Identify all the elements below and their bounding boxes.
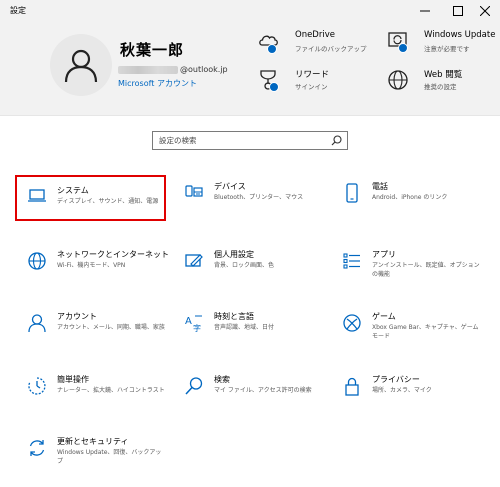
sync-icon bbox=[29, 440, 45, 456]
personalization-icon bbox=[185, 254, 203, 267]
category-update-security[interactable]: 更新とセキュリティ Windows Update、回復、バックアップ bbox=[15, 430, 165, 478]
globe-icon bbox=[28, 252, 46, 270]
category-name: システム bbox=[57, 186, 89, 195]
status-dot bbox=[398, 43, 408, 53]
close-button[interactable] bbox=[470, 0, 500, 22]
category-name: ゲーム bbox=[372, 312, 396, 321]
ease-of-access-icon bbox=[28, 377, 46, 395]
category-desc: Windows Update、回復、バックアップ bbox=[57, 449, 162, 465]
quick-link-subtitle: 注意が必要です bbox=[424, 45, 470, 53]
search-input[interactable] bbox=[153, 132, 323, 149]
status-dot bbox=[269, 82, 279, 92]
user-email: @outlook.jp bbox=[118, 65, 228, 74]
category-name: 検索 bbox=[214, 375, 230, 384]
apps-list-icon bbox=[343, 253, 360, 269]
quick-link-title: OneDrive bbox=[295, 30, 335, 40]
search-icon bbox=[185, 377, 203, 395]
category-desc: ディスプレイ、サウンド、通知、電源 bbox=[57, 198, 159, 205]
status-dot bbox=[267, 44, 277, 54]
svg-text:字: 字 bbox=[193, 323, 201, 333]
quick-link-subtitle: サインイン bbox=[295, 83, 328, 91]
category-desc: 場所、カメラ、マイク bbox=[372, 387, 432, 394]
category-name: デバイス bbox=[214, 182, 246, 191]
quick-link-windows-update[interactable]: Windows Update 注意が必要です bbox=[386, 30, 498, 54]
search-icon[interactable] bbox=[331, 135, 342, 146]
quick-link-web-browsing[interactable]: Web 閲覧 推奨の設定 bbox=[386, 68, 498, 92]
redacted-blur bbox=[118, 65, 178, 74]
category-desc: Xbox Game Bar、キャプチャ、ゲーム モード bbox=[372, 324, 479, 340]
category-apps[interactable]: アプリ アンインストール、既定値、オプションの機能 bbox=[330, 243, 480, 291]
xbox-icon bbox=[343, 314, 361, 332]
category-name: ネットワークとインターネット bbox=[57, 250, 169, 259]
category-name: アカウント bbox=[57, 312, 97, 321]
svg-text:A: A bbox=[185, 316, 192, 327]
window-title: 設定 bbox=[10, 6, 26, 15]
category-devices[interactable]: デバイス Bluetooth、プリンター、マウス bbox=[172, 175, 322, 223]
title-bar: 設定 bbox=[0, 0, 500, 22]
microsoft-account-link[interactable]: Microsoft アカウント bbox=[118, 78, 197, 89]
category-name: 個人用設定 bbox=[214, 250, 254, 259]
category-desc: アカウント、メール、同期、職場、家族 bbox=[57, 324, 165, 331]
category-name: 簡単操作 bbox=[57, 375, 89, 384]
laptop-icon bbox=[28, 189, 46, 202]
account-header: 秋葉一郎 @outlook.jp Microsoft アカウント OneDriv… bbox=[0, 22, 500, 116]
category-name: 更新とセキュリティ bbox=[57, 437, 129, 446]
category-desc: Wi-Fi、機内モード、VPN bbox=[57, 262, 126, 269]
lock-icon bbox=[345, 377, 359, 396]
quick-link-onedrive[interactable]: OneDrive ファイルのバックアップ bbox=[257, 30, 367, 54]
user-avatar-icon bbox=[64, 49, 98, 83]
quick-link-title: リワード bbox=[295, 70, 330, 80]
phone-icon bbox=[346, 183, 358, 203]
category-desc: 音声認識、地域、日付 bbox=[214, 324, 275, 331]
minimize-icon bbox=[420, 10, 430, 12]
category-phone[interactable]: 電話 Android、iPhone のリンク bbox=[330, 175, 480, 223]
category-network[interactable]: ネットワークとインターネット Wi-Fi、機内モード、VPN bbox=[15, 243, 169, 291]
devices-icon bbox=[185, 185, 203, 197]
category-desc: アンインストール、既定値、オプションの機能 bbox=[372, 262, 480, 278]
category-time-language[interactable]: A 字 時刻と言語 音声認識、地域、日付 bbox=[172, 305, 322, 353]
settings-search[interactable] bbox=[152, 131, 348, 150]
minimize-button[interactable] bbox=[410, 0, 440, 22]
category-system[interactable]: システム ディスプレイ、サウンド、通知、電源 bbox=[15, 175, 166, 221]
quick-link-rewards[interactable]: リワード サインイン bbox=[257, 68, 367, 92]
category-accounts[interactable]: アカウント アカウント、メール、同期、職場、家族 bbox=[15, 305, 165, 353]
category-desc: Android、iPhone のリンク bbox=[372, 194, 448, 201]
category-ease-of-access[interactable]: 簡単操作 ナレーター、拡大鏡、ハイコントラスト bbox=[15, 368, 165, 416]
category-name: アプリ bbox=[372, 250, 396, 259]
quick-link-title: Windows Update bbox=[424, 30, 496, 40]
category-search[interactable]: 検索 マイ ファイル、アクセス許可の検索 bbox=[172, 368, 322, 416]
category-desc: 背景、ロック画面、色 bbox=[214, 262, 275, 269]
category-name: プライバシー bbox=[372, 375, 420, 384]
category-desc: ナレーター、拡大鏡、ハイコントラスト bbox=[57, 387, 165, 394]
category-personalization[interactable]: 個人用設定 背景、ロック画面、色 bbox=[172, 243, 322, 291]
category-name: 電話 bbox=[372, 182, 388, 191]
quick-link-subtitle: ファイルのバックアップ bbox=[295, 45, 367, 53]
maximize-button[interactable] bbox=[443, 0, 473, 22]
category-desc: Bluetooth、プリンター、マウス bbox=[214, 194, 304, 201]
globe-icon bbox=[388, 70, 408, 90]
user-name: 秋葉一郎 bbox=[120, 41, 185, 59]
category-gaming[interactable]: ゲーム Xbox Game Bar、キャプチャ、ゲーム モード bbox=[330, 305, 480, 353]
category-desc: マイ ファイル、アクセス許可の検索 bbox=[214, 387, 312, 394]
person-icon bbox=[28, 314, 46, 333]
avatar[interactable] bbox=[50, 34, 112, 96]
time-language-icon: A 字 bbox=[185, 315, 202, 333]
category-privacy[interactable]: プライバシー 場所、カメラ、マイク bbox=[330, 368, 480, 416]
quick-link-title: Web 閲覧 bbox=[424, 70, 463, 80]
quick-link-subtitle: 推奨の設定 bbox=[424, 83, 457, 91]
maximize-icon bbox=[453, 6, 463, 16]
close-icon bbox=[480, 6, 490, 16]
category-name: 時刻と言語 bbox=[214, 312, 254, 321]
